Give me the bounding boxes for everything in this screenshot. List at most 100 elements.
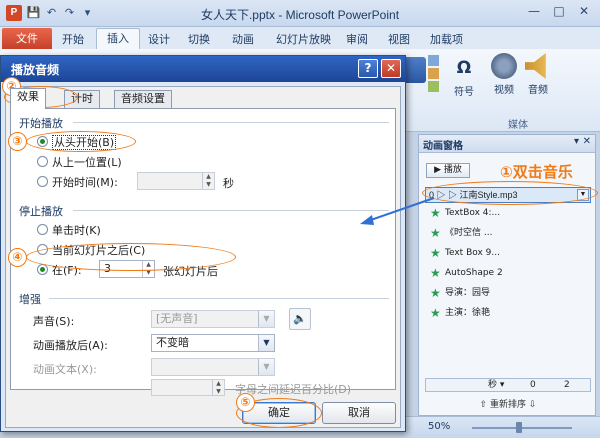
audio-button[interactable]: 音频 — [522, 53, 554, 96]
move-up-icon[interactable]: ⇧ — [480, 400, 488, 410]
reorder-label: 重新排序 — [489, 400, 526, 410]
annotation-callout: ①双击音乐 — [500, 163, 573, 181]
option-label: 单击时(K) — [52, 224, 101, 237]
tab-transitions[interactable]: 切换 — [188, 31, 210, 47]
minimize-button[interactable]: — — [522, 2, 546, 20]
tab-effect[interactable]: 效果 — [10, 88, 46, 109]
omega-icon: Ω — [456, 58, 472, 78]
play-button[interactable]: ▶ 播放 — [426, 163, 470, 178]
animation-item[interactable]: ★ AutoShape 2 — [425, 263, 591, 283]
speaker-icon — [525, 53, 546, 79]
divider — [73, 122, 389, 123]
tab-design[interactable]: 设计 — [148, 31, 170, 47]
window-controls: — □ ✕ — [522, 2, 596, 20]
sound-label: 声音(S): — [33, 315, 75, 328]
header-icon[interactable] — [427, 55, 439, 66]
annotation-mark-5: ⑤ — [236, 393, 255, 412]
animation-item[interactable]: ★ 导演：园导 — [425, 283, 591, 303]
star-icon: ★ — [430, 246, 441, 260]
film-reel-icon — [491, 53, 517, 79]
number-icon[interactable] — [427, 81, 439, 92]
radio-selected[interactable] — [37, 264, 48, 275]
timeline-tick-2: 2 — [564, 380, 570, 390]
animation-item-label: 导演：园导 — [445, 288, 491, 298]
star-icon: ★ — [430, 306, 441, 320]
animation-item[interactable]: ★ 主演：徐艳 — [425, 303, 591, 323]
animation-item-label: TextBox 4:... — [445, 208, 501, 218]
annotation-mark-4: ④ — [8, 248, 27, 267]
arrow-line — [367, 197, 435, 222]
maximize-button[interactable]: □ — [547, 2, 571, 20]
annotation-ring-stop-option — [26, 243, 236, 271]
video-button[interactable]: 视频 — [488, 53, 520, 96]
zoom-slider[interactable] — [472, 427, 572, 429]
animate-text-select[interactable]: ▼ — [151, 358, 275, 376]
dialog-close-button[interactable]: ✕ — [381, 59, 401, 78]
sound-select[interactable]: [无声音] ▼ — [151, 310, 275, 328]
tab-review[interactable]: 审阅 — [346, 31, 368, 47]
symbol-button[interactable]: Ω 符号 — [450, 55, 478, 98]
arrow-head — [360, 215, 374, 225]
tab-animations[interactable]: 动画 — [232, 31, 254, 47]
stop-section-label: 停止播放 — [19, 205, 63, 218]
close-window-button[interactable]: ✕ — [572, 2, 596, 20]
status-bar: 50% — [404, 416, 600, 438]
radio[interactable] — [37, 176, 48, 187]
close-pane-icon[interactable]: ✕ — [583, 136, 591, 147]
animation-pane-header: 动画窗格 ▾ ✕ — [419, 135, 595, 153]
date-icon[interactable] — [427, 68, 439, 79]
dialog-title: 播放音频 — [11, 63, 60, 77]
window-title: 女人天下.pptx - Microsoft PowerPoint — [200, 8, 400, 22]
help-button[interactable]: ? — [358, 59, 378, 78]
animation-item[interactable]: ★ Text Box 9... — [425, 243, 591, 263]
tab-home[interactable]: 开始 — [62, 31, 84, 47]
timeline-bar[interactable]: 秒 ▾ 0 2 — [425, 378, 591, 392]
option-label: 从上一位置(L) — [52, 156, 122, 169]
zoom-thumb[interactable] — [516, 422, 522, 433]
animation-item[interactable]: ★ 《时空信 ... — [425, 223, 591, 243]
animation-item-label: Text Box 9... — [445, 248, 500, 258]
seconds-dropdown[interactable]: 秒 ▾ — [488, 379, 504, 391]
option-label: 开始时间(M): — [52, 176, 118, 189]
delay-input[interactable]: ▲ ▼ — [151, 379, 225, 396]
after-animation-select[interactable]: 不变暗 ▼ — [151, 334, 275, 352]
small-insert-buttons — [426, 53, 440, 94]
start-time-input[interactable]: ▲ ▼ — [137, 172, 215, 190]
star-icon: ★ — [430, 266, 441, 280]
dropdown-icon[interactable]: ▾ — [574, 136, 579, 147]
tab-slideshow[interactable]: 幻灯片放映 — [276, 31, 331, 47]
cancel-button[interactable]: 取消 — [322, 402, 396, 424]
tab-addins[interactable]: 加载项 — [430, 31, 463, 47]
start-time-option[interactable]: 开始时间(M): — [37, 174, 118, 190]
stop-on-click-option[interactable]: 单击时(K) — [37, 222, 101, 238]
after-animation-label: 动画播放后(A): — [33, 339, 108, 352]
animation-item[interactable]: ★ TextBox 4:... — [425, 203, 591, 223]
radio[interactable] — [37, 224, 48, 235]
start-from-last-option[interactable]: 从上一位置(L) — [37, 154, 122, 170]
radio[interactable] — [37, 156, 48, 167]
spinner-icon[interactable]: ▲ ▼ — [212, 380, 224, 396]
animate-text-label: 动画文本(X): — [33, 363, 97, 376]
speaker-icon[interactable]: 🔈 — [289, 308, 311, 330]
tab-insert[interactable]: 插入 — [96, 28, 140, 50]
chevron-down-icon[interactable]: ▼ — [258, 311, 274, 327]
play-audio-dialog: 播放音频 ? ✕ 效果 计时 音频设置 开始播放 从头开始(B) 从上一位置(L… — [0, 55, 406, 432]
start-section-label: 开始播放 — [19, 117, 63, 130]
media-group-label: 媒体 — [508, 120, 528, 131]
tab-file[interactable]: 文件 — [2, 28, 52, 49]
audio-label: 音频 — [528, 85, 548, 96]
enhance-section-label: 增强 — [19, 293, 41, 306]
tab-view[interactable]: 视图 — [388, 31, 410, 47]
move-down-icon[interactable]: ⇩ — [529, 400, 537, 410]
annotation-ring-start-option — [26, 131, 136, 152]
annotation-ring-audio-item — [422, 181, 598, 205]
after-animation-value: 不变暗 — [156, 336, 189, 349]
divider — [73, 210, 389, 211]
animation-item-label: AutoShape 2 — [445, 268, 503, 278]
chevron-down-icon[interactable]: ▼ — [258, 359, 274, 375]
chevron-down-icon[interactable]: ▼ — [258, 335, 274, 351]
title-bar: P 💾 ↶ ↷ ▾ 女人天下.pptx - Microsoft PowerPoi… — [0, 0, 600, 27]
tab-audio-settings[interactable]: 音频设置 — [114, 90, 172, 108]
animation-list: 0 ▷ ▷ 江南Style.mp3 ▼ ★ TextBox 4:... ★ 《时空信… — [425, 187, 591, 323]
spinner-icon[interactable]: ▲ ▼ — [202, 173, 214, 189]
